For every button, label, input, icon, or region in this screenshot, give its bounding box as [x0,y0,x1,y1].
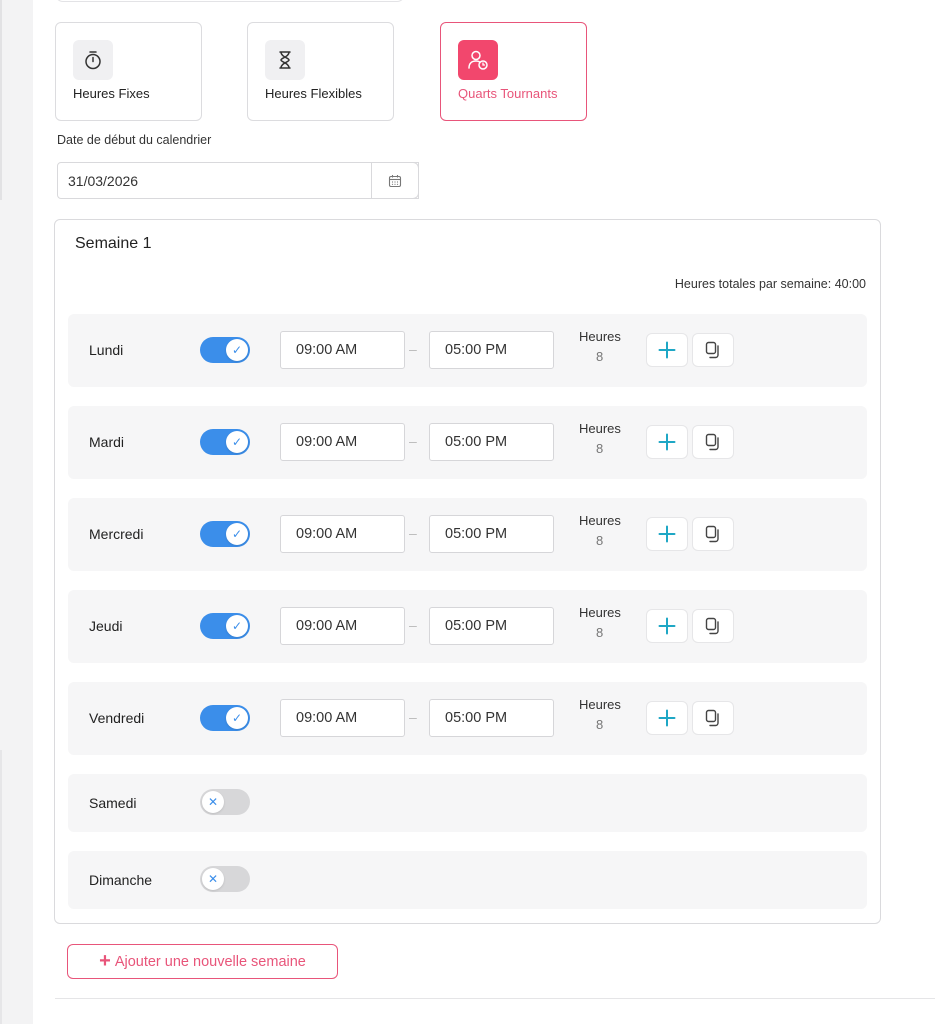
copy-icon [705,709,719,727]
add-shift-button[interactable] [646,517,688,551]
check-icon: ✓ [226,431,248,453]
start-time-input[interactable] [280,607,405,645]
calendar-icon [388,174,402,187]
day-toggle[interactable]: ✕ [200,789,250,815]
day-row-saturday: Samedi ✕ [68,774,867,832]
divider [55,998,935,999]
range-dash: – [409,709,417,725]
day-name: Mardi [89,434,125,450]
range-dash: – [409,341,417,357]
start-time-input[interactable] [280,331,405,369]
add-week-label: Ajouter une nouvelle semaine [114,953,306,970]
schedule-form: Heures Fixes Heures Flexibles Quarts Tou… [33,0,935,1024]
hours-value: 8 [596,441,604,456]
day-toggle[interactable]: ✓ [200,337,250,363]
plus-icon [658,525,676,543]
add-shift-button[interactable] [646,425,688,459]
mode-label: Heures Fixes [73,86,150,101]
plus-icon [658,341,676,359]
end-time-input[interactable] [429,423,554,461]
day-name: Jeudi [89,618,123,634]
hours-label: Heures [579,513,621,528]
week-title: Semaine 1 [75,235,152,252]
range-dash: – [409,525,417,541]
hours-label: Heures [579,605,621,620]
week-panel: Semaine 1 Heures totales par semaine: 40… [54,219,881,924]
mode-label: Quarts Tournants [458,86,558,101]
check-icon: ✓ [226,707,248,729]
hours-value: 8 [596,533,604,548]
top-card-edge [55,0,405,2]
hours-label: Heures [579,329,621,344]
stopwatch-icon [73,40,113,80]
mode-card-fixed-hours[interactable]: Heures Fixes [55,22,202,121]
copy-day-button[interactable] [692,517,734,551]
weekly-total-hours: Heures totales par semaine: 40:00 [674,277,866,291]
end-time-input[interactable] [429,331,554,369]
start-date-input[interactable] [57,162,419,199]
hours-value: 8 [596,625,604,640]
mode-card-rotating-shifts[interactable]: Quarts Tournants [440,22,587,121]
copy-day-button[interactable] [692,333,734,367]
day-toggle[interactable]: ✓ [200,613,250,639]
day-name: Vendredi [89,710,145,726]
start-time-input[interactable] [280,699,405,737]
end-time-input[interactable] [429,515,554,553]
day-name: Mercredi [89,526,144,542]
copy-day-button[interactable] [692,701,734,735]
left-panel-edge [0,0,33,1024]
end-time-input[interactable] [429,607,554,645]
day-row-friday: Vendredi ✓ – Heures 8 [68,682,867,755]
add-shift-button[interactable] [646,609,688,643]
check-icon: ✓ [226,615,248,637]
user-clock-icon [458,40,498,80]
day-toggle[interactable]: ✓ [200,521,250,547]
day-row-sunday: Dimanche ✕ [68,851,867,909]
start-time-input[interactable] [280,515,405,553]
check-icon: ✓ [226,339,248,361]
hours-value: 8 [596,717,604,732]
copy-icon [705,617,719,635]
range-dash: – [409,617,417,633]
hours-value: 8 [596,349,604,364]
start-time-input[interactable] [280,423,405,461]
range-dash: – [409,433,417,449]
hours-label: Heures [579,697,621,712]
day-name: Dimanche [89,872,153,888]
end-time-input[interactable] [429,699,554,737]
day-name: Samedi [89,795,137,811]
day-toggle[interactable]: ✓ [200,705,250,731]
day-row-tuesday: Mardi ✓ – Heures 8 [68,406,867,479]
add-shift-button[interactable] [646,701,688,735]
day-toggle[interactable]: ✕ [200,866,250,892]
day-row-wednesday: Mercredi ✓ – Heures 8 [68,498,867,571]
mode-label: Heures Flexibles [265,86,362,101]
day-row-monday: Lundi ✓ – Heures 8 [68,314,867,387]
add-week-button[interactable]: + Ajouter une nouvelle semaine [67,944,338,979]
copy-day-button[interactable] [692,425,734,459]
day-row-thursday: Jeudi ✓ – Heures 8 [68,590,867,663]
check-icon: ✓ [226,523,248,545]
hourglass-icon [265,40,305,80]
plus-icon: + [99,949,111,972]
edge-divider [0,750,2,1024]
copy-day-button[interactable] [692,609,734,643]
copy-icon [705,433,719,451]
x-icon: ✕ [202,791,224,813]
calendar-picker-button[interactable] [371,162,419,199]
hours-label: Heures [579,421,621,436]
x-icon: ✕ [202,868,224,890]
day-toggle[interactable]: ✓ [200,429,250,455]
copy-icon [705,525,719,543]
plus-icon [658,709,676,727]
plus-icon [658,433,676,451]
plus-icon [658,617,676,635]
copy-icon [705,341,719,359]
day-name: Lundi [89,342,124,358]
start-date-label: Date de début du calendrier [57,133,212,147]
add-shift-button[interactable] [646,333,688,367]
mode-card-flexible-hours[interactable]: Heures Flexibles [247,22,394,121]
edge-divider [0,0,2,200]
